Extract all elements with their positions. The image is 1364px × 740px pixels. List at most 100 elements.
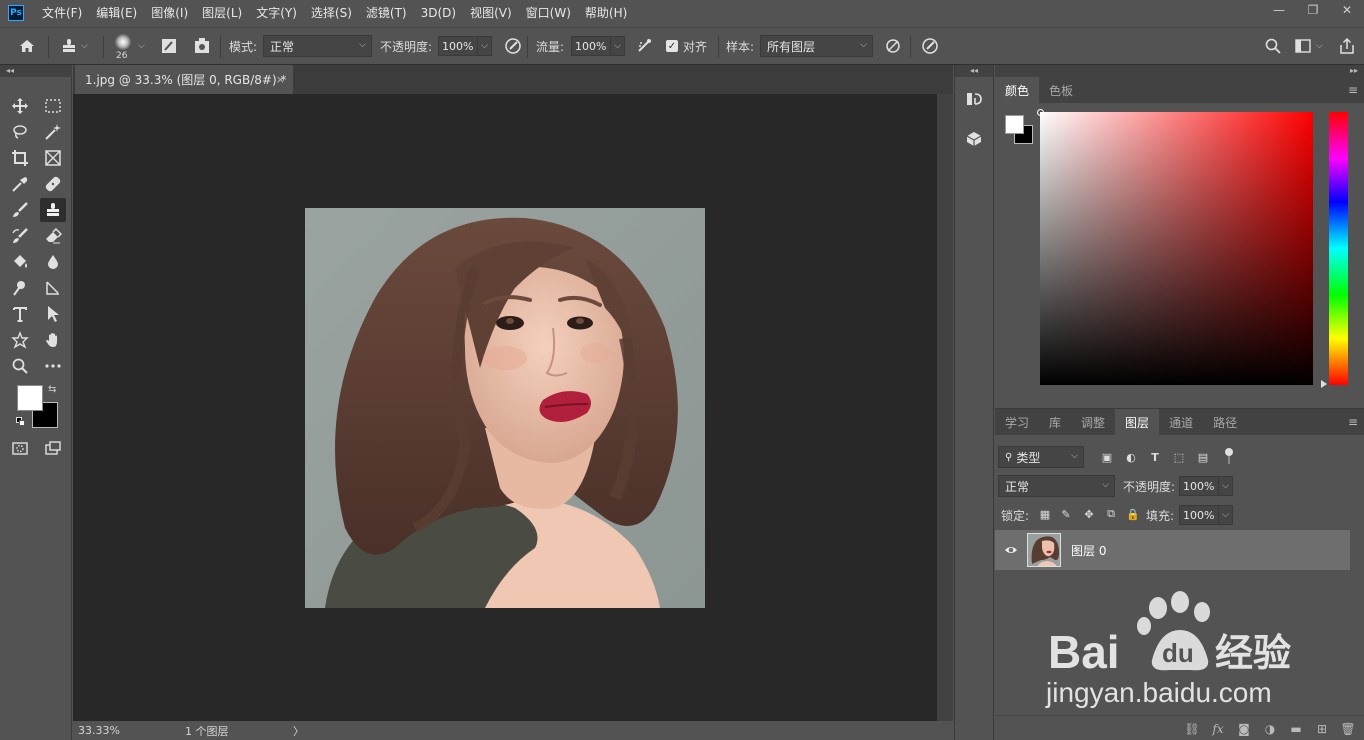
zoom-level[interactable]: 33.33% [73,724,123,737]
delete-layer-trash-icon[interactable]: 🗑 [1340,721,1356,737]
lasso-tool[interactable] [7,120,33,144]
layer-thumbnail[interactable] [1027,533,1061,567]
blend-mode-select[interactable]: 正常 ⌵ [998,475,1115,497]
eraser-tool[interactable] [40,224,66,248]
ignore-adjustment-layers-button[interactable] [884,28,902,64]
airbrush-button[interactable] [636,28,654,64]
status-menu-arrow-icon[interactable]: 〉 [293,723,304,739]
close-tab-icon[interactable]: × [276,73,285,86]
marquee-tool[interactable] [40,94,66,118]
tab-adjustments[interactable]: 调整 [1071,409,1115,435]
restore-button[interactable]: ❐ [1296,0,1330,20]
move-tool[interactable] [7,94,33,118]
new-group-folder-icon[interactable]: ▬ [1288,721,1304,737]
path-selection-tool[interactable] [40,302,66,326]
history-brush-tool[interactable] [7,224,33,248]
color-field[interactable] [1040,112,1313,385]
foreground-color-swatch[interactable] [17,385,43,411]
flow-dropdown-button[interactable]: ⌵ [611,36,625,56]
blur-tool[interactable] [40,250,66,274]
visibility-eye-icon[interactable] [1004,543,1018,557]
magic-wand-tool[interactable] [40,120,66,144]
clone-stamp-tool[interactable] [40,198,66,222]
panel-menu-icon[interactable]: ≡ [1348,83,1358,97]
tab-channels[interactable]: 通道 [1159,409,1203,435]
menu-type[interactable]: 文字(Y) [256,4,297,21]
lock-all-icon[interactable]: 🔒 [1125,506,1141,522]
shape-tool[interactable] [7,328,33,352]
panel-menu-icon[interactable]: ≡ [1348,415,1358,429]
menu-edit[interactable]: 编辑(E) [96,4,137,21]
aligned-checkbox[interactable]: ✓ [666,40,678,52]
filter-toggle-icon[interactable] [1225,448,1233,464]
brush-picker[interactable]: 26 ⌵ [112,28,145,64]
menu-select[interactable]: 选择(S) [311,4,352,21]
pen-tool[interactable] [40,276,66,300]
eyedropper-tool[interactable] [7,172,33,196]
menu-file[interactable]: 文件(F) [42,4,82,21]
tab-layers[interactable]: 图层 [1115,409,1160,435]
fill-dropdown-button[interactable]: ⌵ [1219,505,1233,525]
flow-input[interactable]: 100% [571,36,611,56]
close-button[interactable]: ✕ [1330,0,1364,20]
document-tab[interactable]: 1.jpg @ 33.3% (图层 0, RGB/8#) * × [75,65,293,94]
layer-row[interactable]: 图层 0 [995,530,1350,570]
crop-tool[interactable] [7,146,33,170]
tab-paths[interactable]: 路径 [1203,409,1247,435]
document-image[interactable] [305,208,705,608]
lock-transparent-pixels-icon[interactable]: ▦ [1037,506,1053,522]
opacity-dropdown-button[interactable]: ⌵ [478,36,492,56]
menu-help[interactable]: 帮助(H) [585,4,627,21]
minimize-button[interactable]: — [1262,0,1296,20]
new-layer-icon[interactable]: ⊞ [1314,721,1330,737]
tool-preset-picker[interactable]: ⌵ [60,28,88,64]
vertical-scrollbar[interactable] [937,94,953,721]
edit-toolbar-button[interactable] [40,354,66,378]
color-picker-marker[interactable] [1037,109,1044,116]
paint-bucket-tool[interactable] [7,250,33,274]
add-mask-icon[interactable]: ◙ [1236,721,1252,737]
link-layers-icon[interactable]: ⛓ [1184,721,1200,737]
hand-tool[interactable] [40,328,66,352]
filter-pixel-icon[interactable]: ▣ [1099,449,1115,465]
default-colors-icon[interactable] [16,417,26,427]
strip-collapse-handle[interactable]: ◂◂ [955,65,993,77]
search-button[interactable] [1264,28,1282,64]
layer-opacity-input[interactable]: 100% [1179,476,1219,496]
lock-position-icon[interactable]: ✥ [1081,506,1097,522]
hue-slider-marker[interactable] [1321,380,1327,388]
filter-shape-icon[interactable]: ⬚ [1171,449,1187,465]
zoom-tool[interactable] [7,354,33,378]
swap-colors-icon[interactable]: ⇆ [48,384,56,395]
filter-type-icon[interactable]: T [1147,449,1163,465]
lock-image-pixels-icon[interactable]: ✎ [1058,506,1074,522]
screen-mode-button[interactable] [40,436,66,460]
pressure-opacity-button[interactable] [504,28,522,64]
add-layer-style-button[interactable]: fx [1210,721,1226,737]
brush-tool[interactable] [7,198,33,222]
hue-slider[interactable] [1329,112,1348,385]
pressure-size-button[interactable] [921,28,939,64]
color-panel-foreground-swatch[interactable] [1005,115,1024,134]
history-panel-button[interactable] [965,90,985,110]
tab-swatches[interactable]: 色板 [1039,77,1083,103]
menu-filter[interactable]: 滤镜(T) [366,4,407,21]
type-tool[interactable] [7,302,33,326]
mode-select[interactable]: 正常 ⌵ [263,35,372,57]
opacity-input[interactable]: 100% [438,36,478,56]
layer-name[interactable]: 图层 0 [1071,542,1106,559]
tab-learn[interactable]: 学习 [995,409,1039,435]
filter-smart-object-icon[interactable]: ▤ [1195,449,1211,465]
brush-settings-button[interactable] [160,28,178,64]
filter-adjustment-icon[interactable]: ◐ [1123,449,1139,465]
frame-tool[interactable] [40,146,66,170]
panel-collapse-handle[interactable]: ▸▸ [995,65,1364,77]
toolbar-collapse-handle[interactable]: ◂◂ [0,65,72,77]
fill-input[interactable]: 100% [1179,505,1219,525]
3d-panel-button[interactable] [965,130,985,150]
share-button[interactable] [1338,28,1356,64]
workspace-button[interactable]: ⌵ [1294,28,1323,64]
prevent-autonest-icon[interactable]: ⧉ [1103,506,1119,522]
menu-layer[interactable]: 图层(L) [202,4,242,21]
layer-filter-select[interactable]: ⚲ 类型 ⌵ [998,446,1084,468]
